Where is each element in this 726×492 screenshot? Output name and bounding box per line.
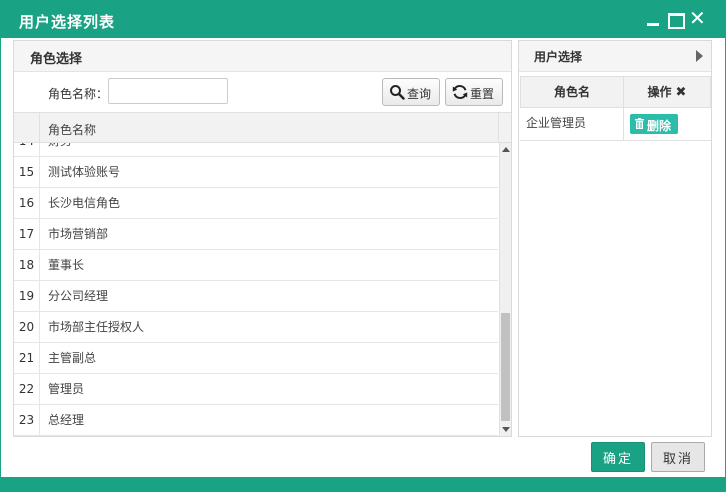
clear-x-icon[interactable]: ✖: [676, 85, 687, 100]
role-name-cell: 市场营销部: [48, 227, 109, 241]
scrollbar-header-spacer: [498, 113, 511, 142]
table-row[interactable]: 22 管理员: [14, 374, 498, 405]
operation-header: 操作 ✖: [623, 76, 711, 108]
role-name-cell: 总经理: [48, 413, 85, 427]
table-row[interactable]: 19 分公司经理: [14, 281, 498, 312]
search-button-label: 查询: [407, 87, 432, 101]
refresh-icon: [452, 85, 468, 99]
user-select-dialog: 用户选择列表 ✕ 角色选择 角色名称： 查询 重置 角色名称 15 测试体验账号…: [0, 0, 726, 492]
table-row[interactable]: 17 市场营销部: [14, 219, 498, 250]
table-row[interactable]: 14 财务: [14, 143, 498, 157]
selected-role-name-cell: 企业管理员: [520, 107, 624, 140]
user-select-panel: 用户选择 角色名 操作 ✖ 企业管理员 删除: [518, 40, 712, 437]
row-number: 14: [14, 143, 40, 156]
row-number: 22: [14, 374, 40, 404]
trash-icon: [635, 118, 644, 129]
selected-role-name-header: 角色名: [520, 76, 624, 108]
role-name-cell: 主管副总: [48, 351, 97, 365]
delete-button[interactable]: 删除: [630, 114, 678, 134]
search-button[interactable]: 查询: [382, 78, 440, 106]
reset-button-label: 重置: [470, 87, 495, 101]
table-row: 企业管理员 删除: [520, 107, 711, 141]
search-icon: [390, 85, 405, 100]
row-number: 15: [14, 157, 40, 187]
maximize-icon[interactable]: [667, 11, 685, 29]
table-row[interactable]: 20 市场部主任授权人: [14, 312, 498, 343]
collapse-arrow-icon[interactable]: [696, 50, 703, 62]
reset-button[interactable]: 重置: [445, 78, 503, 106]
dialog-bottom-bar: [1, 477, 725, 491]
selected-role-name-header-label: 角色名: [553, 85, 590, 99]
row-number: 23: [14, 405, 40, 435]
table-row[interactable]: 23 总经理: [14, 405, 498, 436]
row-number: 21: [14, 343, 40, 373]
close-icon[interactable]: ✕: [689, 8, 706, 28]
role-name-cell: 财务: [48, 143, 72, 156]
role-table-body: 14 财务 15 测试体验账号 16 长沙电信角色 17 市场营销部 18 董事…: [14, 143, 498, 436]
role-name-label: 角色名称：: [48, 87, 109, 101]
scrollbar-thumb[interactable]: [501, 313, 510, 421]
role-name-cell: 测试体验账号: [48, 165, 121, 179]
row-number: 20: [14, 312, 40, 342]
role-select-panel-header: 角色选择: [14, 41, 511, 72]
table-row[interactable]: 15 测试体验账号: [14, 157, 498, 188]
dialog-title: 用户选择列表: [19, 13, 116, 31]
role-name-input[interactable]: [108, 78, 228, 104]
table-row[interactable]: 16 长沙电信角色: [14, 188, 498, 219]
row-number: 19: [14, 281, 40, 311]
role-name-column-header: 角色名称: [48, 123, 97, 137]
cancel-button[interactable]: 取消: [651, 442, 705, 472]
row-number: 16: [14, 188, 40, 218]
role-select-panel: 角色选择 角色名称： 查询 重置 角色名称 15 测试体验账号 16 长沙电信角…: [13, 40, 512, 437]
row-number-header: [14, 113, 40, 142]
user-select-panel-title: 用户选择: [534, 50, 583, 64]
table-row[interactable]: 21 主管副总: [14, 343, 498, 374]
scroll-down-icon[interactable]: [502, 427, 510, 432]
row-number: 17: [14, 219, 40, 249]
role-table-scrollbar[interactable]: [499, 143, 511, 436]
minimize-icon[interactable]: [645, 11, 661, 27]
confirm-button[interactable]: 确定: [591, 442, 645, 472]
role-name-cell: 市场部主任授权人: [48, 320, 145, 334]
role-name-cell: 管理员: [48, 382, 85, 396]
user-select-panel-header: 用户选择: [519, 41, 711, 72]
table-row[interactable]: 18 董事长: [14, 250, 498, 281]
delete-button-label: 删除: [647, 119, 672, 133]
dialog-titlebar: 用户选择列表 ✕: [1, 1, 725, 38]
role-table-header: 角色名称: [14, 112, 511, 143]
scroll-up-icon[interactable]: [502, 147, 510, 152]
role-name-cell: 长沙电信角色: [48, 196, 121, 210]
role-name-cell: 董事长: [48, 258, 85, 272]
role-select-panel-title: 角色选择: [30, 52, 83, 67]
role-name-cell: 分公司经理: [48, 289, 109, 303]
row-number: 18: [14, 250, 40, 280]
operation-header-label: 操作: [647, 85, 672, 99]
